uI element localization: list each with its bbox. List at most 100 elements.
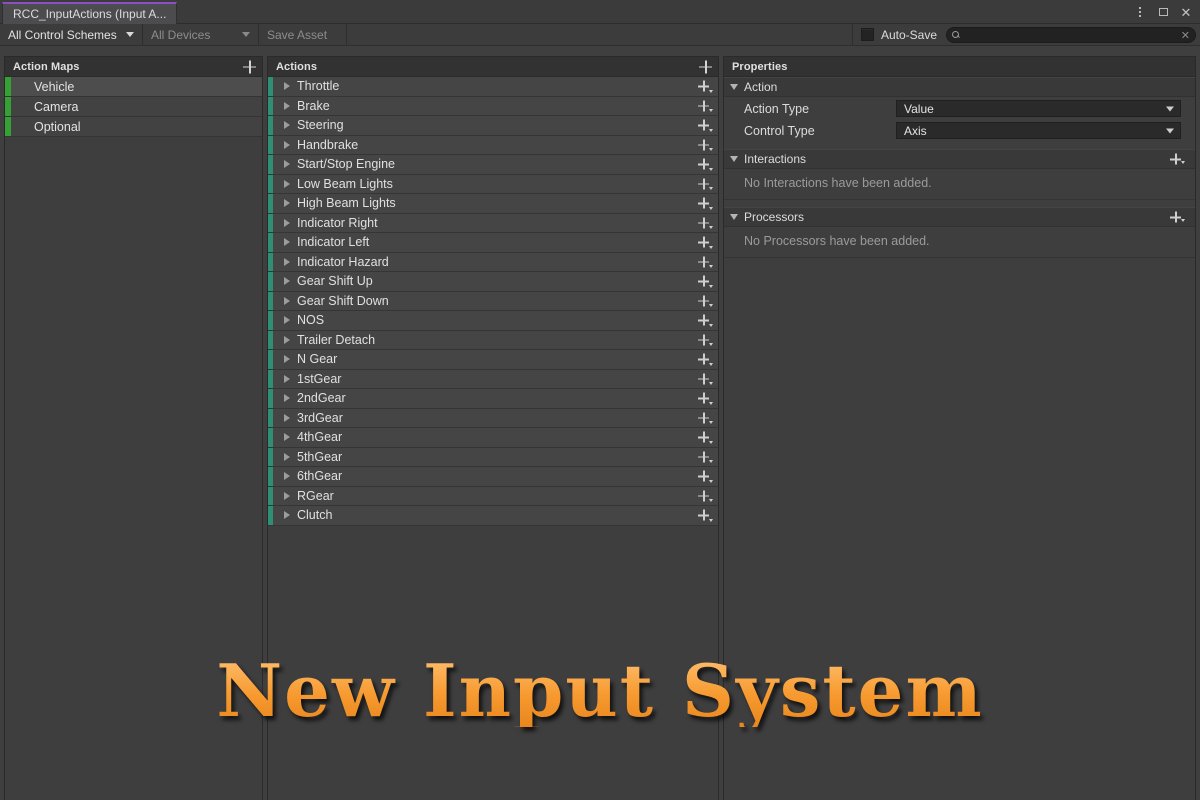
action-row[interactable]: Handbrake [268,135,718,155]
chevron-right-icon[interactable] [284,238,290,247]
chevron-right-icon[interactable] [284,491,290,500]
chevron-right-icon[interactable] [284,140,290,149]
add-binding-button[interactable] [692,389,718,408]
add-processor-button[interactable] [1170,211,1181,223]
add-binding-button[interactable] [692,448,718,467]
chevron-right-icon[interactable] [284,452,290,461]
devices-dropdown[interactable]: All Devices [143,24,259,45]
action-section-header[interactable]: Action [724,77,1195,97]
chevron-right-icon[interactable] [284,296,290,305]
chevron-right-icon[interactable] [284,160,290,169]
chevron-right-icon[interactable] [284,257,290,266]
chevron-right-icon[interactable] [284,511,290,520]
add-binding-button[interactable] [692,350,718,369]
action-row[interactable]: Throttle [268,77,718,97]
vertical-dots-icon[interactable] [1133,5,1147,19]
action-row[interactable]: High Beam Lights [268,194,718,214]
add-binding-button[interactable] [692,194,718,213]
add-action-map-button[interactable] [243,60,256,73]
action-row[interactable]: 2ndGear [268,389,718,409]
add-binding-button[interactable] [692,370,718,389]
chevron-right-icon[interactable] [284,374,290,383]
action-maps-title: Action Maps [13,60,80,73]
chevron-right-icon[interactable] [284,199,290,208]
add-binding-button[interactable] [692,155,718,174]
action-row[interactable]: Trailer Detach [268,330,718,350]
add-binding-button[interactable] [692,77,718,96]
close-icon[interactable]: ✕ [1179,5,1193,19]
auto-save-toggle[interactable]: Auto-Save [853,24,946,45]
actions-list[interactable]: Throttle Brake Steering Handbrake Start/Stop… [268,77,718,800]
add-binding-button[interactable] [692,233,718,252]
chevron-right-icon[interactable] [284,335,290,344]
chevron-right-icon[interactable] [284,413,290,422]
chevron-right-icon[interactable] [284,101,290,110]
action-row[interactable]: Indicator Left [268,233,718,253]
action-row[interactable]: Start/Stop Engine [268,155,718,175]
action-accent [268,447,273,466]
action-row[interactable]: 4thGear [268,428,718,448]
add-binding-button[interactable] [692,292,718,311]
action-row[interactable]: N Gear [268,350,718,370]
action-row[interactable]: Clutch [268,506,718,526]
action-row[interactable]: Indicator Right [268,213,718,233]
action-row[interactable]: 1stGear [268,369,718,389]
action-row[interactable]: Brake [268,96,718,116]
add-binding-button[interactable] [692,175,718,194]
control-schemes-dropdown[interactable]: All Control Schemes [0,24,143,45]
action-map-row[interactable]: Camera [5,97,262,117]
action-row[interactable]: RGear [268,486,718,506]
action-maps-list[interactable]: Vehicle Camera Optional [5,77,262,800]
add-binding-button[interactable] [692,506,718,525]
action-row[interactable]: NOS [268,311,718,331]
action-map-row[interactable]: Vehicle [5,77,262,97]
action-row[interactable]: 3rdGear [268,408,718,428]
action-row[interactable]: Low Beam Lights [268,174,718,194]
action-row[interactable]: Gear Shift Down [268,291,718,311]
chevron-right-icon[interactable] [284,316,290,325]
action-label: N Gear [297,352,338,367]
control-type-dropdown[interactable]: Axis [896,122,1181,139]
chevron-right-icon[interactable] [284,82,290,91]
action-type-dropdown[interactable]: Value [896,100,1181,117]
action-row[interactable]: 6thGear [268,467,718,487]
action-map-row[interactable]: Optional [5,117,262,137]
add-binding-button[interactable] [692,272,718,291]
chevron-right-icon[interactable] [284,179,290,188]
add-binding-button[interactable] [692,214,718,233]
action-row[interactable]: 5thGear [268,447,718,467]
add-action-button[interactable] [699,60,712,73]
add-binding-button[interactable] [692,116,718,135]
search-input[interactable] [964,28,1177,42]
chevron-right-icon[interactable] [284,277,290,286]
chevron-right-icon[interactable] [284,433,290,442]
action-row[interactable]: Indicator Hazard [268,252,718,272]
add-binding-button[interactable] [692,97,718,116]
chevron-right-icon[interactable] [284,394,290,403]
asset-tab[interactable]: RCC_InputActions (Input A... [2,2,178,24]
chevron-right-icon[interactable] [284,218,290,227]
add-binding-button[interactable] [692,487,718,506]
add-binding-button[interactable] [692,409,718,428]
action-row[interactable]: Steering [268,116,718,136]
close-icon[interactable]: ✕ [1181,29,1191,42]
auto-save-checkbox[interactable] [860,28,874,41]
add-binding-button[interactable] [692,253,718,272]
add-binding-button[interactable] [692,428,718,447]
chevron-right-icon[interactable] [284,472,290,481]
chevron-right-icon[interactable] [284,121,290,130]
add-binding-button[interactable] [692,467,718,486]
search-field[interactable]: ✕ [946,27,1196,43]
chevron-right-icon[interactable] [284,355,290,364]
add-binding-button[interactable] [692,331,718,350]
maximize-icon[interactable] [1156,5,1170,19]
save-asset-button[interactable]: Save Asset [259,24,347,45]
chevron-down-icon [709,421,713,424]
action-row[interactable]: Gear Shift Up [268,272,718,292]
interactions-section-header[interactable]: Interactions [724,149,1195,169]
add-binding-button[interactable] [692,311,718,330]
processors-section-header[interactable]: Processors [724,207,1195,227]
add-binding-button[interactable] [692,136,718,155]
plus-icon [698,139,709,151]
add-interaction-button[interactable] [1170,153,1181,165]
